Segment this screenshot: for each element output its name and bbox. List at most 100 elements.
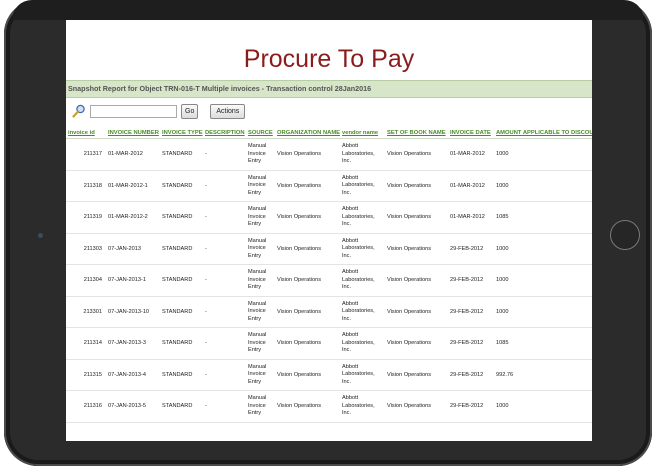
table-row[interactable]: 211319 01-MAR-2012-2 STANDARD - Manual Invoic… [66, 201, 592, 234]
cell-invoice-date: 29-FEB-2012 [448, 327, 494, 360]
cell-amount: 1000 [494, 264, 592, 297]
source-line-3: Entry [248, 252, 262, 259]
column-header-invoice-date[interactable]: INVOICE DATE [448, 124, 494, 139]
source-line-1: Manual [248, 300, 267, 307]
home-button[interactable] [610, 220, 640, 250]
cell-vendor-name: Abbott Laboratories, Inc. [340, 170, 385, 202]
cell-description: - [203, 327, 246, 360]
cell-invoice-date: 29-FEB-2012 [448, 390, 494, 423]
source-line-1: Manual [248, 332, 267, 338]
tablet-frame: Procure To Pay Snapshot Report for Objec… [4, 0, 652, 466]
column-header-invoice-id[interactable]: invoice id [66, 124, 106, 139]
source-line-3: Entry [248, 410, 262, 416]
source-line-3: Entry [248, 158, 262, 164]
cell-vendor-name: Abbott Laboratories, Inc. [340, 359, 385, 391]
vendor-line-2: Laboratories, Inc. [342, 371, 375, 385]
cell-invoice-date: 29-FEB-2012 [448, 264, 494, 297]
cell-invoice-date: 01-MAR-2012 [448, 201, 494, 234]
source-line-1: Manual [248, 269, 267, 275]
column-header-organization-name[interactable]: ORGANIZATION NAME [275, 124, 340, 139]
cell-organization-name: Vision Operations [275, 170, 340, 202]
vendor-line-2: Laboratories, Inc. [342, 245, 375, 259]
column-header-vendor-name[interactable]: vendor name [340, 124, 385, 139]
source-line-3: Entry [248, 284, 262, 290]
source-line-2: Invoice [248, 182, 266, 188]
cell-set-of-book-name: Vision Operations [385, 138, 448, 171]
cell-vendor-name: Abbott Laboratories, Inc. [340, 327, 385, 360]
cell-invoice-number: 01-MAR-2012 [106, 138, 160, 171]
camera-icon [38, 233, 43, 238]
cell-source: Manual Invoice Entry [246, 264, 275, 297]
cell-set-of-book-name: Vision Operations [385, 359, 448, 391]
column-header-source[interactable]: SOURCE [246, 124, 275, 139]
column-header-invoice-number[interactable]: INVOICE NUMBER [106, 124, 160, 139]
source-line-2: Invoice [248, 402, 266, 409]
tablet-bezel-top [12, 0, 644, 20]
cell-invoice-id: 211315 [66, 359, 106, 391]
column-header-invoice-type[interactable]: INVOICE TYPE [160, 124, 203, 139]
source-line-3: Entry [248, 378, 262, 385]
source-line-3: Entry [248, 347, 262, 353]
cell-set-of-book-name: Vision Operations [385, 170, 448, 202]
cell-invoice-date: 29-FEB-2012 [448, 233, 494, 265]
report-title: Snapshot Report for Object TRN-016-T Mul… [66, 80, 592, 98]
search-input[interactable] [90, 104, 177, 118]
cell-invoice-id: 211319 [66, 201, 106, 234]
source-line-3: Entry [248, 189, 262, 196]
cell-amount: 992.76 [494, 359, 592, 391]
toolbar: Go Actions [66, 98, 592, 124]
cell-organization-name: Vision Operations [275, 233, 340, 265]
cell-set-of-book-name: Vision Operations [385, 233, 448, 265]
cell-invoice-type: STANDARD [160, 359, 203, 391]
cell-set-of-book-name: Vision Operations [385, 201, 448, 234]
cell-invoice-date: 29-FEB-2012 [448, 296, 494, 328]
go-button[interactable]: Go [181, 103, 199, 119]
vendor-line-2: Laboratories, Inc. [342, 150, 375, 165]
cell-description: - [203, 138, 246, 171]
table-row[interactable]: 213301 07-JAN-2013-10 STANDARD - Manual Invoi… [66, 296, 592, 328]
cell-invoice-type: STANDARD [160, 201, 203, 234]
cell-vendor-name: Abbott Laboratories, Inc. [340, 390, 385, 423]
cell-source: Manual Invoice Entry [246, 138, 275, 171]
vendor-line-2: Laboratories, Inc. [342, 276, 375, 291]
source-line-3: Entry [248, 221, 262, 227]
vendor-line-1: Abbott [342, 300, 359, 307]
table-row[interactable]: 211315 07-JAN-2013-4 STANDARD - Manual Invoic… [66, 359, 592, 391]
search-icon[interactable] [72, 104, 86, 118]
table-row[interactable]: 211318 01-MAR-2012-1 STANDARD - Manual Invoic… [66, 170, 592, 202]
table-row[interactable]: 211303 07-JAN-2013 STANDARD - Manual Invoice E… [66, 233, 592, 265]
cell-set-of-book-name: Vision Operations [385, 264, 448, 297]
cell-description: - [203, 264, 246, 297]
cell-invoice-id: 211314 [66, 327, 106, 360]
cell-invoice-date: 01-MAR-2012 [448, 138, 494, 171]
column-header-description[interactable]: DESCRIPTION [203, 124, 246, 139]
source-line-2: Invoice [248, 150, 266, 157]
cell-organization-name: Vision Operations [275, 201, 340, 234]
cell-invoice-number: 07-JAN-2013-1 [106, 264, 160, 297]
actions-button[interactable]: Actions [210, 103, 246, 119]
vendor-line-2: Laboratories, Inc. [342, 402, 375, 417]
column-header-set-of-book-name[interactable]: SET OF BOOK NAME [385, 124, 448, 139]
vendor-line-1: Abbott [342, 395, 359, 401]
cell-amount: 1000 [494, 390, 592, 423]
vendor-line-2: Laboratories, Inc. [342, 182, 375, 196]
cell-description: - [203, 233, 246, 265]
cell-organization-name: Vision Operations [275, 138, 340, 171]
source-line-1: Manual [248, 174, 267, 181]
source-line-1: Manual [248, 237, 267, 244]
cell-vendor-name: Abbott Laboratories, Inc. [340, 201, 385, 234]
table-row[interactable]: 211317 01-MAR-2012 STANDARD - Manual Invoice E… [66, 138, 592, 171]
column-header-amount[interactable]: AMOUNT APPLICABLE TO DISCOUN [494, 124, 592, 139]
table-row[interactable]: 211304 07-JAN-2013-1 STANDARD - Manual Invoic… [66, 264, 592, 297]
cell-description: - [203, 390, 246, 423]
cell-set-of-book-name: Vision Operations [385, 296, 448, 328]
cell-vendor-name: Abbott Laboratories, Inc. [340, 233, 385, 265]
table-row[interactable]: 211316 07-JAN-2013-5 STANDARD - Manual Invoic… [66, 390, 592, 423]
cell-organization-name: Vision Operations [275, 327, 340, 360]
cell-invoice-type: STANDARD [160, 233, 203, 265]
cell-source: Manual Invoice Entry [246, 170, 275, 202]
table-row[interactable]: 211314 07-JAN-2013-3 STANDARD - Manual Invoic… [66, 327, 592, 360]
cell-description: - [203, 201, 246, 234]
source-line-2: Invoice [248, 308, 266, 314]
cell-description: - [203, 170, 246, 202]
